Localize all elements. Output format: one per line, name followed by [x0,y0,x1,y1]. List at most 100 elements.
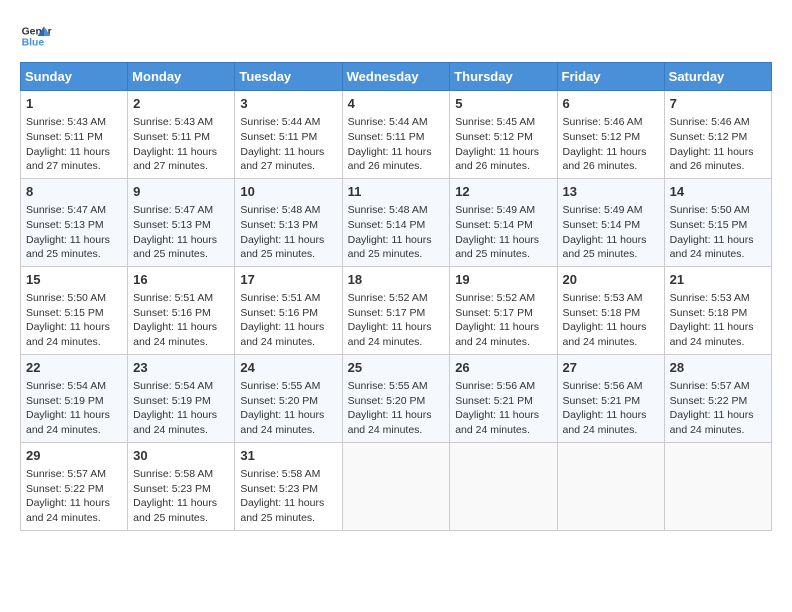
daylight-text: Daylight: 11 hours and 26 minutes. [348,146,432,173]
sunrise-text: Sunrise: 5:47 AM [26,204,106,216]
day-number: 4 [348,95,445,113]
sunrise-text: Sunrise: 5:52 AM [455,292,535,304]
sunset-text: Sunset: 5:12 PM [563,131,641,143]
day-number: 2 [133,95,229,113]
sunset-text: Sunset: 5:20 PM [348,395,426,407]
calendar-cell: 17 Sunrise: 5:51 AM Sunset: 5:16 PM Dayl… [235,266,342,354]
day-number: 6 [563,95,659,113]
day-number: 28 [670,359,766,377]
logo-icon: General Blue [20,20,52,52]
sunset-text: Sunset: 5:23 PM [240,483,318,495]
daylight-text: Daylight: 11 hours and 24 minutes. [133,409,217,436]
sunset-text: Sunset: 5:17 PM [348,307,426,319]
sunset-text: Sunset: 5:22 PM [670,395,748,407]
calendar-cell: 6 Sunrise: 5:46 AM Sunset: 5:12 PM Dayli… [557,91,664,179]
calendar-cell: 24 Sunrise: 5:55 AM Sunset: 5:20 PM Dayl… [235,354,342,442]
sunrise-text: Sunrise: 5:49 AM [563,204,643,216]
daylight-text: Daylight: 11 hours and 25 minutes. [26,234,110,261]
sunset-text: Sunset: 5:11 PM [348,131,425,143]
sunrise-text: Sunrise: 5:50 AM [670,204,750,216]
calendar-week-row: 22 Sunrise: 5:54 AM Sunset: 5:19 PM Dayl… [21,354,772,442]
weekday-header-sunday: Sunday [21,63,128,91]
day-number: 17 [240,271,336,289]
daylight-text: Daylight: 11 hours and 25 minutes. [563,234,647,261]
day-number: 23 [133,359,229,377]
calendar-cell: 9 Sunrise: 5:47 AM Sunset: 5:13 PM Dayli… [128,178,235,266]
calendar-cell: 18 Sunrise: 5:52 AM Sunset: 5:17 PM Dayl… [342,266,450,354]
calendar-cell: 29 Sunrise: 5:57 AM Sunset: 5:22 PM Dayl… [21,442,128,530]
sunrise-text: Sunrise: 5:51 AM [133,292,213,304]
day-number: 25 [348,359,445,377]
svg-text:Blue: Blue [22,38,45,49]
sunset-text: Sunset: 5:21 PM [563,395,641,407]
day-number: 10 [240,183,336,201]
sunrise-text: Sunrise: 5:56 AM [563,380,643,392]
day-number: 20 [563,271,659,289]
calendar-cell: 28 Sunrise: 5:57 AM Sunset: 5:22 PM Dayl… [664,354,771,442]
sunrise-text: Sunrise: 5:57 AM [670,380,750,392]
daylight-text: Daylight: 11 hours and 24 minutes. [26,497,110,524]
sunset-text: Sunset: 5:19 PM [133,395,211,407]
weekday-header-saturday: Saturday [664,63,771,91]
sunset-text: Sunset: 5:12 PM [455,131,533,143]
sunrise-text: Sunrise: 5:55 AM [240,380,320,392]
daylight-text: Daylight: 11 hours and 27 minutes. [133,146,217,173]
calendar-cell: 11 Sunrise: 5:48 AM Sunset: 5:14 PM Dayl… [342,178,450,266]
daylight-text: Daylight: 11 hours and 26 minutes. [670,146,754,173]
day-number: 15 [26,271,122,289]
daylight-text: Daylight: 11 hours and 27 minutes. [240,146,324,173]
calendar: SundayMondayTuesdayWednesdayThursdayFrid… [20,62,772,531]
sunset-text: Sunset: 5:20 PM [240,395,318,407]
daylight-text: Daylight: 11 hours and 24 minutes. [563,409,647,436]
calendar-week-row: 8 Sunrise: 5:47 AM Sunset: 5:13 PM Dayli… [21,178,772,266]
daylight-text: Daylight: 11 hours and 27 minutes. [26,146,110,173]
day-number: 13 [563,183,659,201]
sunrise-text: Sunrise: 5:50 AM [26,292,106,304]
day-number: 19 [455,271,551,289]
daylight-text: Daylight: 11 hours and 24 minutes. [455,409,539,436]
calendar-cell [664,442,771,530]
sunrise-text: Sunrise: 5:44 AM [240,116,320,128]
daylight-text: Daylight: 11 hours and 24 minutes. [348,409,432,436]
sunrise-text: Sunrise: 5:48 AM [240,204,320,216]
day-number: 22 [26,359,122,377]
weekday-header-friday: Friday [557,63,664,91]
calendar-week-row: 15 Sunrise: 5:50 AM Sunset: 5:15 PM Dayl… [21,266,772,354]
sunset-text: Sunset: 5:18 PM [670,307,748,319]
calendar-cell: 20 Sunrise: 5:53 AM Sunset: 5:18 PM Dayl… [557,266,664,354]
sunrise-text: Sunrise: 5:48 AM [348,204,428,216]
day-number: 5 [455,95,551,113]
calendar-cell: 4 Sunrise: 5:44 AM Sunset: 5:11 PM Dayli… [342,91,450,179]
calendar-cell: 16 Sunrise: 5:51 AM Sunset: 5:16 PM Dayl… [128,266,235,354]
sunset-text: Sunset: 5:14 PM [455,219,533,231]
sunrise-text: Sunrise: 5:43 AM [133,116,213,128]
sunset-text: Sunset: 5:22 PM [26,483,104,495]
daylight-text: Daylight: 11 hours and 24 minutes. [455,321,539,348]
weekday-header-row: SundayMondayTuesdayWednesdayThursdayFrid… [21,63,772,91]
daylight-text: Daylight: 11 hours and 24 minutes. [133,321,217,348]
day-number: 3 [240,95,336,113]
weekday-header-thursday: Thursday [450,63,557,91]
sunset-text: Sunset: 5:21 PM [455,395,533,407]
sunset-text: Sunset: 5:11 PM [133,131,210,143]
calendar-cell: 25 Sunrise: 5:55 AM Sunset: 5:20 PM Dayl… [342,354,450,442]
sunrise-text: Sunrise: 5:44 AM [348,116,428,128]
sunset-text: Sunset: 5:14 PM [348,219,426,231]
sunrise-text: Sunrise: 5:55 AM [348,380,428,392]
calendar-cell: 8 Sunrise: 5:47 AM Sunset: 5:13 PM Dayli… [21,178,128,266]
weekday-header-tuesday: Tuesday [235,63,342,91]
day-number: 9 [133,183,229,201]
calendar-cell: 22 Sunrise: 5:54 AM Sunset: 5:19 PM Dayl… [21,354,128,442]
calendar-cell: 30 Sunrise: 5:58 AM Sunset: 5:23 PM Dayl… [128,442,235,530]
day-number: 1 [26,95,122,113]
day-number: 24 [240,359,336,377]
daylight-text: Daylight: 11 hours and 24 minutes. [26,409,110,436]
day-number: 30 [133,447,229,465]
day-number: 31 [240,447,336,465]
calendar-cell: 7 Sunrise: 5:46 AM Sunset: 5:12 PM Dayli… [664,91,771,179]
calendar-cell [342,442,450,530]
sunset-text: Sunset: 5:15 PM [670,219,748,231]
calendar-cell: 19 Sunrise: 5:52 AM Sunset: 5:17 PM Dayl… [450,266,557,354]
day-number: 7 [670,95,766,113]
day-number: 12 [455,183,551,201]
